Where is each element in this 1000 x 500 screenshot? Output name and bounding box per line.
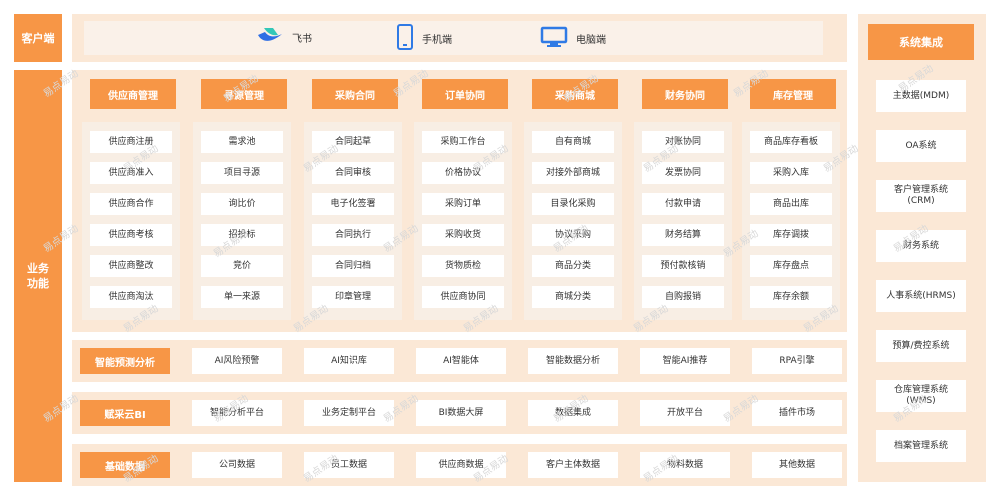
system-item[interactable]: 预算/费控系统 [876,330,966,362]
module-item[interactable]: 自购报销 [642,286,724,308]
module-title[interactable]: 库存管理 [750,79,836,109]
module-item[interactable]: 合同起草 [312,131,394,153]
row-item[interactable]: 开放平台 [640,400,730,426]
module-item[interactable]: 单一来源 [201,286,283,308]
module-item[interactable]: 合同归档 [312,255,394,277]
row-item[interactable]: 智能AI推荐 [640,348,730,374]
client-item-desktop[interactable]: 电脑端 [540,26,606,51]
module-item[interactable]: 询比价 [201,193,283,215]
system-item[interactable]: 主数据(MDM) [876,80,966,112]
module-item[interactable]: 预付款核销 [642,255,724,277]
client-label: 飞书 [292,34,312,45]
module-item[interactable]: 货物质检 [422,255,504,277]
module-item[interactable]: 合同审核 [312,162,394,184]
client-label: 手机端 [422,35,452,46]
module-title[interactable]: 订单协同 [422,79,508,109]
module-item[interactable]: 合同执行 [312,224,394,246]
module-item[interactable]: 采购入库 [750,162,832,184]
module-item[interactable]: 供应商协同 [422,286,504,308]
row-title[interactable]: 赋采云BI [80,400,170,426]
row-item[interactable]: 业务定制平台 [304,400,394,426]
module-item[interactable]: 自有商城 [532,131,614,153]
module-item[interactable]: 价格协议 [422,162,504,184]
row-item[interactable]: BI数据大屏 [416,400,506,426]
module-item[interactable]: 发票协同 [642,162,724,184]
client-item-phone[interactable]: 手机端 [396,24,452,53]
business-section-label: 业务 功能 [14,70,62,482]
module-item[interactable]: 库存余额 [750,286,832,308]
row-title[interactable]: 智能预测分析 [80,348,170,374]
row-item[interactable]: RPA引擎 [752,348,842,374]
module-item[interactable]: 采购收货 [422,224,504,246]
module-item[interactable]: 采购订单 [422,193,504,215]
row-item[interactable]: 其他数据 [752,452,842,478]
row-item[interactable]: AI智能体 [416,348,506,374]
row-item[interactable]: 数据集成 [528,400,618,426]
module-item[interactable]: 付款申请 [642,193,724,215]
feishu-icon [256,26,284,49]
module-item[interactable]: 电子化签署 [312,193,394,215]
module-item[interactable]: 财务结算 [642,224,724,246]
module-item[interactable]: 商品库存看板 [750,131,832,153]
module-item[interactable]: 供应商整改 [90,255,172,277]
module-title[interactable]: 财务协同 [642,79,728,109]
module-item[interactable]: 商品分类 [532,255,614,277]
module-item[interactable]: 商品出库 [750,193,832,215]
row-item[interactable]: 智能数据分析 [528,348,618,374]
module-item[interactable]: 目录化采购 [532,193,614,215]
module-item[interactable]: 对接外部商城 [532,162,614,184]
system-item[interactable]: 仓库管理系统 (WMS) [876,380,966,412]
module-item[interactable]: 对账协同 [642,131,724,153]
row-title[interactable]: 基础数据 [80,452,170,478]
module-item[interactable]: 招投标 [201,224,283,246]
client-bar-inner [84,21,823,55]
row-item[interactable]: 客户主体数据 [528,452,618,478]
module-item[interactable]: 协议采购 [532,224,614,246]
module-title[interactable]: 采购商城 [532,79,618,109]
module-item[interactable]: 供应商考核 [90,224,172,246]
system-section-title: 系统集成 [868,24,974,60]
desktop-icon [540,26,568,51]
module-item[interactable]: 竞价 [201,255,283,277]
row-item[interactable]: AI风险预警 [192,348,282,374]
module-item[interactable]: 项目寻源 [201,162,283,184]
row-item[interactable]: 智能分析平台 [192,400,282,426]
module-item[interactable]: 印章管理 [312,286,394,308]
module-item[interactable]: 库存盘点 [750,255,832,277]
row-item[interactable]: 供应商数据 [416,452,506,478]
system-item[interactable]: OA系统 [876,130,966,162]
module-item[interactable]: 供应商淘汰 [90,286,172,308]
row-item[interactable]: 插件市场 [752,400,842,426]
phone-icon [396,24,414,53]
row-item[interactable]: AI知识库 [304,348,394,374]
system-item[interactable]: 客户管理系统 (CRM) [876,180,966,212]
row-item[interactable]: 物料数据 [640,452,730,478]
client-item-feishu[interactable]: 飞书 [256,26,312,49]
module-item[interactable]: 商城分类 [532,286,614,308]
row-item[interactable]: 员工数据 [304,452,394,478]
module-item[interactable]: 供应商合作 [90,193,172,215]
module-item[interactable]: 库存调拨 [750,224,832,246]
module-title[interactable]: 供应商管理 [90,79,176,109]
module-title[interactable]: 寻源管理 [201,79,287,109]
module-item[interactable]: 采购工作台 [422,131,504,153]
module-item[interactable]: 需求池 [201,131,283,153]
module-item[interactable]: 供应商注册 [90,131,172,153]
system-item[interactable]: 财务系统 [876,230,966,262]
module-item[interactable]: 供应商准入 [90,162,172,184]
system-item[interactable]: 档案管理系统 [876,430,966,462]
row-item[interactable]: 公司数据 [192,452,282,478]
client-label: 电脑端 [576,35,606,46]
client-section-label: 客户端 [14,14,62,62]
module-title[interactable]: 采购合同 [312,79,398,109]
system-item[interactable]: 人事系统(HRMS) [876,280,966,312]
